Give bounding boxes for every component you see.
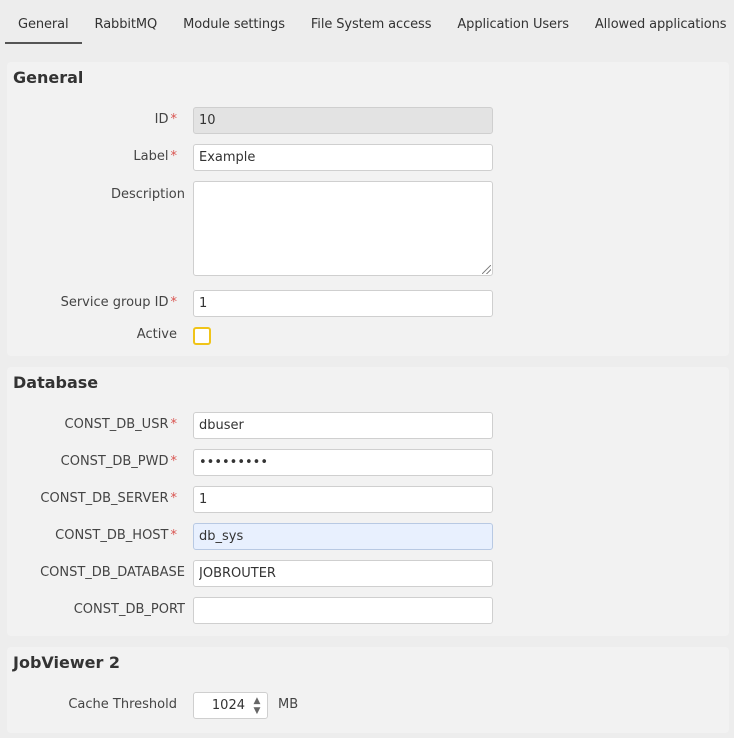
jobviewer-panel: JobViewer 2 Cache Threshold 1024 ▲ ▼ MB <box>7 647 729 733</box>
tab-bar: General RabbitMQ Module settings File Sy… <box>0 0 734 44</box>
description-wrapper <box>193 181 493 276</box>
active-checkbox[interactable] <box>193 327 211 345</box>
cache-threshold-value: 1024 <box>211 698 245 713</box>
chevron-down-icon[interactable]: ▼ <box>254 707 261 716</box>
label-input[interactable] <box>193 144 493 171</box>
required-marker: * <box>170 454 178 469</box>
general-panel: General ID* Label* Description Service g… <box>7 62 729 356</box>
cache-threshold-stepper[interactable]: 1024 ▲ ▼ <box>193 692 268 719</box>
db-database-input[interactable] <box>193 560 493 587</box>
chevron-up-icon[interactable]: ▲ <box>254 697 261 706</box>
required-marker: * <box>170 417 178 432</box>
cache-threshold-unit: MB <box>278 697 299 712</box>
description-textarea[interactable] <box>193 181 493 276</box>
description-label: Description <box>110 187 185 202</box>
db-port-label: CONST_DB_PORT <box>73 602 185 617</box>
cache-threshold-label: Cache Threshold <box>68 697 177 712</box>
db-pwd-label: CONST_DB_PWD * <box>60 454 178 469</box>
db-pwd-input[interactable] <box>193 449 493 476</box>
tab-general[interactable]: General <box>5 17 82 44</box>
db-server-label: CONST_DB_SERVER * <box>40 491 177 506</box>
db-usr-label: CONST_DB_USR * <box>64 417 178 432</box>
tab-module-settings[interactable]: Module settings <box>170 17 298 44</box>
db-database-label: CONST_DB_DATABASE <box>40 565 185 580</box>
resize-grip-icon[interactable] <box>482 265 491 274</box>
id-label: ID * <box>154 112 178 127</box>
tab-rabbitmq[interactable]: RabbitMQ <box>82 17 171 44</box>
tab-application-users[interactable]: Application Users <box>444 17 581 44</box>
required-marker: * <box>170 149 178 164</box>
service-group-input[interactable] <box>193 290 493 317</box>
db-host-label: CONST_DB_HOST * <box>55 528 177 543</box>
required-marker: * <box>170 295 178 310</box>
db-port-input[interactable] <box>193 597 493 624</box>
stepper-arrows[interactable]: ▲ ▼ <box>251 697 263 716</box>
db-host-input[interactable] <box>193 523 493 550</box>
tab-file-system-access[interactable]: File System access <box>298 17 445 44</box>
db-server-input[interactable] <box>193 486 493 513</box>
database-panel: Database CONST_DB_USR* CONST_DB_PWD* CON… <box>7 367 729 636</box>
id-input[interactable] <box>193 107 493 134</box>
required-marker: * <box>170 528 178 543</box>
required-marker: * <box>170 491 178 506</box>
service-group-label: Service group ID * <box>60 295 178 310</box>
db-usr-input[interactable] <box>193 412 493 439</box>
active-label: Active <box>136 327 177 342</box>
label-label: Label * <box>133 149 177 164</box>
tab-allowed-applications[interactable]: Allowed applications <box>582 17 734 44</box>
general-panel-title: General <box>13 68 84 87</box>
required-marker: * <box>170 112 178 127</box>
database-panel-title: Database <box>13 373 99 392</box>
jobviewer-panel-title: JobViewer 2 <box>13 653 121 672</box>
